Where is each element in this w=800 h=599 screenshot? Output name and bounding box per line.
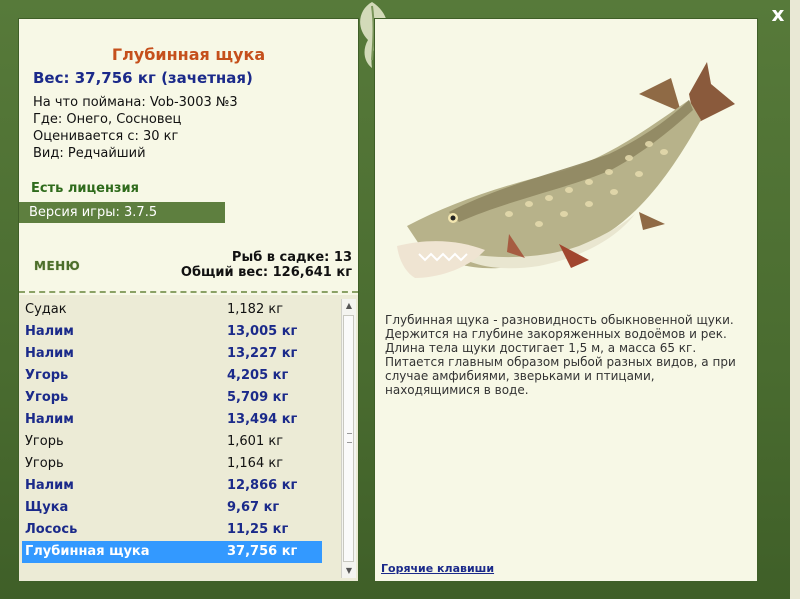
- catch-fish-name: Глубинная щука: [25, 544, 150, 559]
- fish-value: Оценивается с: 30 кг: [33, 129, 179, 144]
- game-version: Версия игры: 3.7.5: [19, 202, 225, 223]
- catch-fish-weight: 13,494 кг: [227, 412, 298, 427]
- hotkeys-link[interactable]: Горячие клавиши: [381, 562, 494, 575]
- catch-fish-weight: 11,25 кг: [227, 522, 289, 537]
- catch-list-item[interactable]: Глубинная щука 37,756 кг: [22, 541, 322, 563]
- keepnet-summary: Рыб в садке: 13 Общий вес: 126,641 кг: [181, 250, 352, 280]
- fish-description: Глубинная щука - разновидность обыкновен…: [385, 313, 736, 397]
- catch-fish-name: Налим: [25, 412, 74, 427]
- fish-place: Где: Онего, Сосновец: [33, 112, 182, 127]
- catch-list-item[interactable]: Налим 12,866 кг: [22, 475, 322, 497]
- scroll-thumb[interactable]: [343, 315, 354, 562]
- fish-bait: На что поймана: Vob-3003 №3: [33, 95, 238, 110]
- fish-title: Глубинная щука: [111, 45, 266, 64]
- catch-list-item[interactable]: Щука 9,67 кг: [22, 497, 322, 519]
- catch-list: Судак 1,182 кг Налим 13,005 кг Налим 13,227 к…: [19, 295, 358, 581]
- catch-fish-name: Угорь: [25, 368, 69, 383]
- catch-fish-name: Налим: [25, 346, 74, 361]
- close-button[interactable]: x: [766, 2, 790, 26]
- catch-fish-name: Налим: [25, 324, 74, 339]
- fish-details: На что поймана: Vob-3003 №3 Где: Онего, …: [33, 94, 238, 162]
- window-edge: [790, 0, 800, 599]
- list-scrollbar[interactable]: ▲ ▼: [341, 299, 356, 578]
- fish-weight: Вес: 37,756 кг (зачетная): [33, 69, 253, 87]
- catch-fish-weight: 4,205 кг: [227, 368, 289, 383]
- catch-fish-weight: 9,67 кг: [227, 500, 280, 515]
- catch-fish-name: Угорь: [25, 456, 64, 471]
- grip-icon: [347, 433, 352, 443]
- catch-fish-name: Угорь: [25, 434, 64, 449]
- pike-image: [397, 62, 735, 278]
- catch-fish-weight: 1,182 кг: [227, 302, 284, 317]
- catch-list-item[interactable]: Налим 13,494 кг: [22, 409, 322, 431]
- catch-list-item[interactable]: Угорь 4,205 кг: [22, 365, 322, 387]
- catch-list-item[interactable]: Судак 1,182 кг: [22, 299, 322, 321]
- catch-fish-weight: 1,164 кг: [227, 456, 284, 471]
- catch-fish-weight: 1,601 кг: [227, 434, 284, 449]
- catch-fish-name: Налим: [25, 478, 74, 493]
- catch-fish-name: Лосось: [25, 522, 78, 537]
- catch-list-item[interactable]: Налим 13,005 кг: [22, 321, 322, 343]
- catch-list-item[interactable]: Лосось 11,25 кг: [22, 519, 322, 541]
- catch-list-item[interactable]: Налим 13,227 кг: [22, 343, 322, 365]
- catch-fish-name: Щука: [25, 500, 69, 515]
- license-status: Есть лицензия: [31, 181, 139, 196]
- catch-fish-weight: 37,756 кг: [227, 544, 298, 559]
- catch-list-item[interactable]: Угорь 1,601 кг: [22, 431, 322, 453]
- fish-kind: Вид: Редчайший: [33, 146, 146, 161]
- catch-list-item[interactable]: Угорь 5,709 кг: [22, 387, 322, 409]
- scroll-up-icon[interactable]: ▲: [342, 299, 356, 313]
- catch-list-rows: Судак 1,182 кг Налим 13,005 кг Налим 13,227 к…: [22, 299, 322, 563]
- catch-fish-weight: 5,709 кг: [227, 390, 289, 405]
- catch-fish-weight: 13,005 кг: [227, 324, 298, 339]
- keepnet-total-weight: Общий вес: 126,641 кг: [180, 265, 352, 280]
- catch-list-item[interactable]: Угорь 1,164 кг: [22, 453, 322, 475]
- catch-info-panel: Глубинная щука Вес: 37,756 кг (зачетная)…: [18, 18, 359, 582]
- catch-fish-weight: 13,227 кг: [227, 346, 298, 361]
- divider: [19, 291, 358, 293]
- menu-button[interactable]: МЕНЮ: [34, 259, 80, 273]
- catch-fish-weight: 12,866 кг: [227, 478, 298, 493]
- fish-description-panel: Глубинная щука - разновидность обыкновен…: [374, 18, 758, 582]
- scroll-down-icon[interactable]: ▼: [342, 564, 356, 578]
- catch-fish-name: Судак: [25, 302, 67, 317]
- keepnet-count: Рыб в садке: 13: [231, 250, 352, 265]
- catch-fish-name: Угорь: [25, 390, 69, 405]
